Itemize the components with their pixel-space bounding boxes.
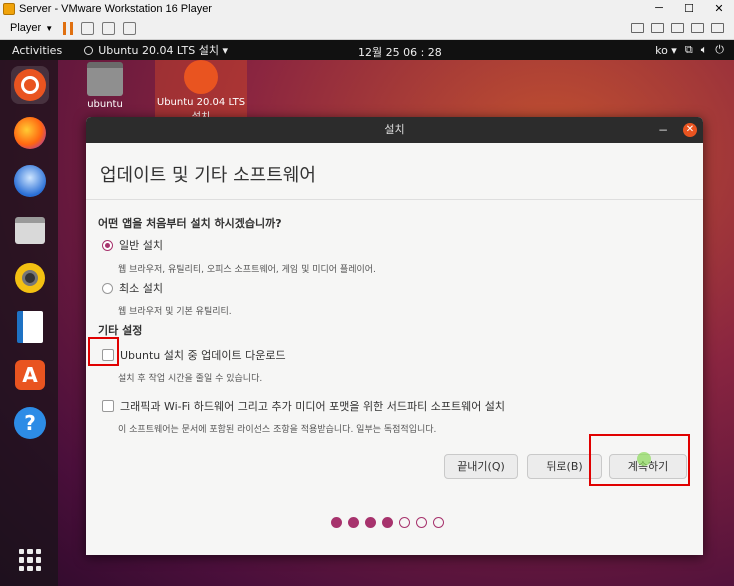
checkbox-third-party[interactable]: 그래픽과 Wi-Fi 하드웨어 그리고 추가 미디어 포맷을 위한 서드파티 소… [102, 398, 505, 414]
progress-dot-pending [433, 517, 444, 528]
close-icon[interactable]: ✕ [704, 2, 734, 15]
option-description: 웹 브라우저 및 기본 유틸리티. [118, 307, 232, 317]
dock-item-software[interactable]: A [11, 356, 49, 394]
vmware-titlebar: Server - VMware Workstation 16 Player ─ … [0, 0, 734, 17]
dock-item-installer[interactable] [11, 66, 49, 104]
radio-label: 최소 설치 [119, 282, 163, 295]
install-type-question: 어떤 앱을 처음부터 설치 하시겠습니까? [98, 217, 282, 230]
maximize-icon[interactable]: ☐ [674, 2, 704, 15]
quit-button[interactable]: 끝내기(Q) [444, 454, 518, 479]
progress-dot-done [382, 517, 393, 528]
activities-button[interactable]: Activities [12, 44, 62, 57]
home-folder-icon [87, 62, 123, 96]
pause-icon[interactable] [63, 21, 74, 35]
vmware-window-title: Server - VMware Workstation 16 Player [19, 2, 212, 15]
help-icon: ? [14, 407, 46, 439]
desktop-icon-home[interactable]: ubuntu [70, 62, 140, 110]
show-applications-button[interactable] [11, 541, 49, 579]
ubuntu-installer-icon [14, 69, 46, 101]
vmware-toolbar: Player ▼ [0, 17, 734, 40]
chevron-down-icon[interactable]: ▼ [45, 24, 53, 33]
software-store-icon: A [15, 360, 45, 390]
unity-icon[interactable] [123, 21, 137, 35]
disk-icon[interactable] [671, 23, 684, 33]
app-grid-icon [19, 549, 41, 571]
forward-icon[interactable] [631, 23, 644, 33]
dialog-titlebar: 설치 − ✕ [86, 117, 703, 143]
back-button[interactable]: 뒤로(B) [527, 454, 602, 479]
input-method-indicator[interactable]: ko ▾ [655, 44, 677, 57]
dock: A ? [0, 60, 58, 586]
power-icon: ⏻ [715, 43, 724, 56]
dialog-title: 설치 [384, 123, 405, 136]
option-description: 이 소프트웨어는 문서에 포함된 라이선스 조항을 적용받습니다. 일부는 독점… [118, 425, 437, 435]
clock[interactable]: 12월 25 06 : 28 [358, 44, 442, 60]
desktop-icon-label: ubuntu [87, 99, 123, 110]
files-icon [15, 216, 45, 244]
dock-item-rhythmbox[interactable] [11, 259, 49, 297]
gnome-topbar: Activities Ubuntu 20.04 LTS 설치 ▾ 12월 25 … [0, 40, 734, 60]
installer-icon [184, 60, 218, 94]
progress-dot-done [365, 517, 376, 528]
checkbox-icon[interactable] [102, 349, 114, 361]
installer-app-icon [84, 45, 94, 55]
divider [86, 199, 703, 200]
network-icon: ⧉ [684, 43, 693, 56]
progress-dots [331, 517, 444, 528]
radio-minimal-install[interactable]: 최소 설치 [102, 280, 163, 296]
firefox-icon [14, 117, 46, 149]
checkbox-icon[interactable] [102, 400, 114, 412]
printer-icon[interactable] [651, 23, 664, 33]
writer-icon [17, 311, 43, 343]
other-settings-heading: 기타 설정 [98, 324, 143, 337]
checkbox-label: 그래픽과 Wi-Fi 하드웨어 그리고 추가 미디어 포맷을 위한 서드파티 소… [120, 400, 506, 413]
checkbox-download-updates[interactable]: Ubuntu 설치 중 업데이트 다운로드 [102, 347, 286, 363]
dock-item-firefox[interactable] [11, 114, 49, 152]
progress-dot-done [331, 517, 342, 528]
send-ctrl-alt-del-icon[interactable] [81, 21, 95, 35]
radio-normal-install[interactable]: 일반 설치 [102, 237, 163, 253]
volume-icon: 🔈︎ [700, 43, 708, 56]
progress-dot-pending [399, 517, 410, 528]
desktop-icon-installer[interactable]: Ubuntu 20.04 LTS 설치 [155, 60, 247, 123]
mouse-cursor [637, 452, 651, 466]
rhythmbox-icon [15, 263, 45, 293]
progress-dot-pending [416, 517, 427, 528]
app-menu-label: Ubuntu 20.04 LTS 설치 ▾ [98, 44, 229, 57]
radio-unselected-icon[interactable] [102, 282, 113, 294]
checkbox-label: Ubuntu 설치 중 업데이트 다운로드 [120, 349, 286, 362]
progress-dot-done [348, 517, 359, 528]
radio-selected-icon[interactable] [102, 239, 113, 251]
installer-dialog: 설치 − ✕ 업데이트 및 기타 소프트웨어 어떤 앱을 처음부터 설치 하시겠… [86, 117, 703, 555]
minimize-icon[interactable]: ─ [644, 2, 674, 15]
usb-icon[interactable] [711, 23, 724, 33]
app-menu[interactable]: Ubuntu 20.04 LTS 설치 ▾ [84, 42, 228, 58]
option-description: 웹 브라우저, 유틸리티, 오피스 소프트웨어, 게임 및 미디어 플레이어. [118, 265, 376, 275]
dock-item-writer[interactable] [11, 308, 49, 346]
dock-item-mail[interactable] [11, 162, 49, 200]
dock-item-files[interactable] [11, 211, 49, 249]
option-description: 설치 후 작업 시간을 줄일 수 있습니다. [118, 374, 263, 384]
close-icon[interactable]: ✕ [683, 123, 697, 137]
page-title: 업데이트 및 기타 소프트웨어 [100, 165, 316, 186]
thunderbird-icon [14, 165, 46, 197]
minimize-icon[interactable]: − [658, 117, 668, 143]
network-adapter-icon[interactable] [691, 23, 704, 33]
dock-item-help[interactable]: ? [11, 404, 49, 442]
radio-label: 일반 설치 [119, 239, 163, 252]
player-menu[interactable]: Player [10, 22, 41, 34]
vmware-logo-icon [3, 2, 15, 15]
fullscreen-icon[interactable] [102, 21, 116, 35]
system-tray[interactable]: ko ▾ ⧉ 🔈︎ ⏻ [655, 43, 724, 57]
